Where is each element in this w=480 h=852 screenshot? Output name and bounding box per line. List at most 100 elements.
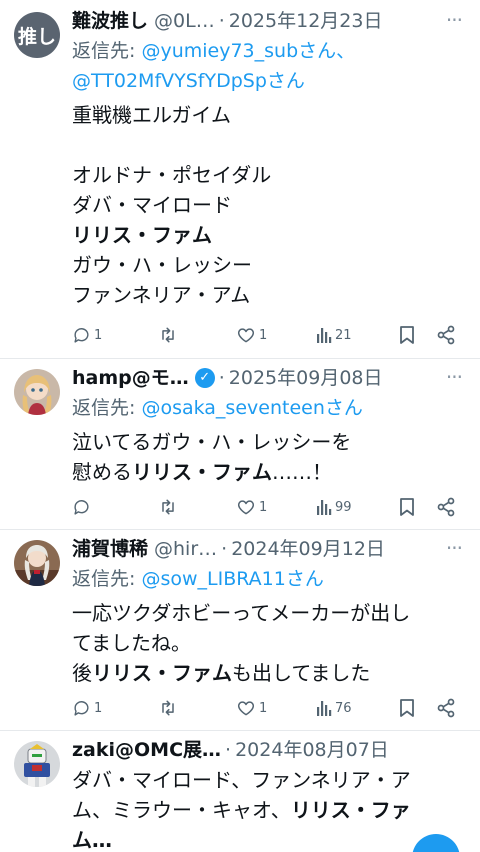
- tweet-divider: [0, 730, 480, 731]
- retweet-icon: [162, 700, 174, 716]
- tweet-date[interactable]: 2024年09月12日: [231, 534, 385, 564]
- reply-mention[interactable]: @osaka_seventeenさん: [141, 397, 362, 419]
- tweet-header: zaki@OMC展… · 2024年08月07日: [72, 735, 470, 765]
- tweet-date[interactable]: 2025年12月23日: [229, 6, 383, 36]
- like-button[interactable]: 1: [236, 320, 267, 350]
- avatar[interactable]: [14, 540, 60, 586]
- display-name[interactable]: 浦賀博稀: [72, 534, 148, 564]
- share-button[interactable]: [436, 693, 456, 723]
- heart-icon: [237, 500, 255, 515]
- reply-button[interactable]: 1: [72, 693, 102, 723]
- reply-mention[interactable]: @yumiey73_subさん、: [141, 40, 355, 62]
- reply-count: 1: [94, 327, 103, 343]
- highlight-text: ム…: [72, 828, 112, 852]
- views-icon: [317, 500, 332, 515]
- more-options-icon[interactable]: ···: [446, 536, 463, 560]
- like-count: 1: [259, 700, 268, 716]
- like-button[interactable]: 1: [236, 492, 267, 522]
- retweet-button[interactable]: [158, 693, 178, 723]
- tweet-text-line: ム、ミラウー・キャオ、リリス・ファ: [72, 795, 470, 825]
- tweet-divider: [0, 529, 480, 530]
- text-segment: ……！: [272, 460, 332, 484]
- more-options-icon[interactable]: ···: [446, 8, 463, 32]
- figure-avatar-icon: [14, 540, 60, 586]
- tweet-actions: 1 1 21: [72, 320, 468, 350]
- separator-dot: ·: [218, 10, 225, 32]
- retweet-icon: [162, 327, 174, 343]
- tweet-date[interactable]: 2024年08月07日: [235, 735, 389, 765]
- share-icon: [437, 497, 455, 517]
- text-segment: も出してました: [232, 661, 371, 685]
- tweet-text-line: 一応ツクダホビーってメーカーが出し: [72, 601, 411, 625]
- like-count: 1: [259, 327, 268, 343]
- tweet-text-line: ム…: [72, 825, 470, 852]
- display-name[interactable]: zaki@OMC展…: [72, 735, 221, 765]
- view-count: 99: [335, 499, 352, 515]
- tweet-text-line: 後リリス・ファムも出してました: [72, 658, 470, 688]
- retweet-button[interactable]: [158, 492, 178, 522]
- views-button[interactable]: 76: [316, 693, 352, 723]
- views-button[interactable]: 21: [316, 320, 352, 350]
- tweet-divider: [0, 358, 480, 359]
- highlight-text: リリス・ファ: [290, 798, 411, 822]
- user-handle[interactable]: @0L…: [154, 6, 215, 36]
- tweet-text-line: リリス・ファム: [72, 220, 470, 250]
- tweet-header: 浦賀博稀 @hir… · 2024年09月12日: [72, 534, 470, 564]
- tweet-text-line: オルドナ・ポセイダル: [72, 163, 272, 187]
- display-name[interactable]: 難波推し: [72, 6, 148, 36]
- tweet-actions: 1 99: [72, 492, 468, 522]
- reply-prefix: 返信先:: [72, 568, 142, 590]
- reply-icon: [74, 700, 89, 716]
- avatar-label: 推し: [14, 12, 60, 58]
- avatar[interactable]: [14, 741, 60, 787]
- heart-icon: [237, 701, 255, 716]
- view-count: 21: [335, 327, 352, 343]
- bookmark-button[interactable]: [398, 693, 416, 723]
- display-name[interactable]: hamp@モ…: [72, 363, 189, 393]
- avatar[interactable]: [14, 369, 60, 415]
- tweet-date[interactable]: 2025年09月08日: [229, 363, 383, 393]
- verified-badge-icon: ✓: [194, 368, 215, 388]
- reply-mention[interactable]: @sow_LIBRA11さん: [141, 568, 323, 590]
- reply-button[interactable]: 1: [72, 320, 102, 350]
- reply-button[interactable]: [72, 492, 94, 522]
- bookmark-icon: [400, 498, 414, 516]
- tweet-text-line: 重戦機エルガイム: [72, 103, 231, 127]
- reply-to: 返信先: @yumiey73_subさん、: [72, 36, 470, 66]
- reply-icon: [74, 499, 89, 515]
- tweet-text-line: ダバ・マイロード: [72, 193, 232, 217]
- highlight-text: リリス・ファム: [72, 223, 212, 247]
- bookmark-button[interactable]: [398, 320, 416, 350]
- tweet-text-line: ファンネリア・アム: [72, 283, 251, 307]
- highlight-text: リリス・ファム: [92, 661, 232, 685]
- separator-dot: ·: [225, 739, 232, 761]
- tweet-text-line: 泣いてるガウ・ハ・レッシーを: [72, 430, 352, 454]
- user-handle[interactable]: @hir…: [154, 534, 217, 564]
- reply-to: 返信先: @osaka_seventeenさん: [72, 393, 470, 423]
- reply-prefix: 返信先:: [72, 40, 142, 62]
- robot-avatar-icon: [14, 741, 60, 787]
- text-segment: ム、ミラウー・キャオ、: [72, 798, 291, 822]
- tweet-text-blank: [72, 130, 470, 160]
- views-icon: [317, 701, 332, 716]
- heart-icon: [237, 328, 255, 343]
- tweet-text-line: 慰めるリリス・ファム……！: [72, 457, 470, 487]
- reply-mention[interactable]: @TT02MfVYSfYDpSpさん: [72, 70, 305, 92]
- views-button[interactable]: 99: [316, 492, 352, 522]
- avatar[interactable]: 推し: [14, 12, 60, 58]
- separator-dot: ·: [221, 538, 228, 560]
- separator-dot: ·: [218, 367, 225, 389]
- text-segment: 慰める: [72, 460, 132, 484]
- reply-count: 1: [94, 700, 103, 716]
- like-button[interactable]: 1: [236, 693, 267, 723]
- reply-prefix: 返信先:: [72, 397, 142, 419]
- bookmark-button[interactable]: [398, 492, 416, 522]
- retweet-button[interactable]: [158, 320, 178, 350]
- share-icon: [437, 325, 455, 345]
- share-button[interactable]: [436, 492, 456, 522]
- tweet-text-line: てましたね。: [72, 631, 191, 655]
- more-options-icon[interactable]: ···: [446, 365, 463, 389]
- share-button[interactable]: [436, 320, 456, 350]
- reply-icon: [74, 327, 89, 343]
- reply-to-line2: @TT02MfVYSfYDpSpさん: [72, 66, 470, 96]
